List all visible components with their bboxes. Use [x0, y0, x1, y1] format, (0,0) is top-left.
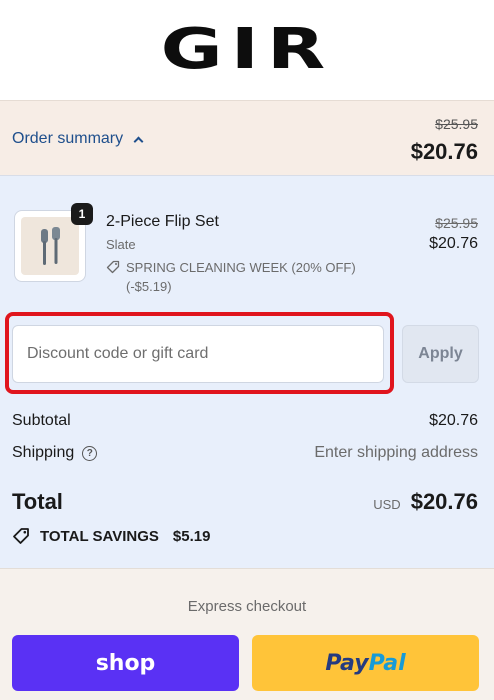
discount-description: SPRING CLEANING WEEK (20% OFF) (-$5.19): [126, 260, 356, 294]
product-image: [21, 217, 79, 275]
paypal-logo-pal: Pal: [368, 650, 406, 676]
total-label: Total: [12, 489, 63, 514]
product-title: 2-Piece Flip Set: [106, 213, 219, 230]
currency-code: USD: [373, 497, 401, 512]
paypal-button[interactable]: PayPal: [252, 635, 479, 691]
savings-label: TOTAL SAVINGS: [40, 527, 159, 545]
apply-discount-button[interactable]: Apply: [402, 325, 479, 383]
order-summary-bar[interactable]: Order summary $25.95 $20.76: [0, 100, 494, 176]
gir-logo[interactable]: GIR: [161, 22, 334, 78]
item-original-price: $25.95: [435, 215, 478, 231]
summary-original-total: $25.95: [435, 116, 478, 132]
item-price: $20.76: [429, 235, 478, 252]
shipping-row: Shipping ?: [12, 444, 98, 462]
discount-tag-icon: [106, 260, 120, 274]
site-header: GIR: [0, 0, 494, 100]
subtotal-label: Subtotal: [12, 412, 71, 429]
help-circle-icon[interactable]: ?: [82, 445, 98, 461]
chevron-up-icon[interactable]: [133, 136, 144, 146]
shipping-value: Enter shipping address: [314, 444, 478, 461]
shop-pay-button[interactable]: shop: [12, 635, 239, 691]
express-checkout-section: Express checkout shop PayPal: [0, 568, 494, 700]
total-value-group: USD $20.76: [373, 489, 478, 515]
shipping-label: Shipping: [12, 444, 75, 461]
paypal-logo-pay: Pay: [325, 650, 369, 676]
product-thumbnail: 1: [14, 203, 93, 282]
discount-code-input[interactable]: [12, 325, 384, 383]
order-summary-label[interactable]: Order summary: [12, 130, 123, 148]
total-amount: $20.76: [410, 489, 478, 514]
express-checkout-label: Express checkout: [187, 598, 307, 615]
product-variant: Slate: [106, 237, 136, 252]
summary-discounted-total: $20.76: [410, 139, 478, 164]
savings-tag-icon: [13, 528, 29, 544]
order-summary-panel: 1 2-Piece Flip Set Slate SPRING CLEANING…: [0, 176, 494, 568]
spatula-set-illustration: [41, 227, 60, 265]
total-savings: TOTAL SAVINGS $5.19: [12, 527, 210, 545]
subtotal-value: $20.76: [429, 412, 478, 429]
quantity-badge: 1: [71, 203, 93, 225]
savings-amount: $5.19: [172, 527, 211, 545]
order-summary-toggle[interactable]: Order summary: [12, 130, 144, 148]
item-discount: SPRING CLEANING WEEK (20% OFF) (-$5.19): [106, 258, 386, 296]
